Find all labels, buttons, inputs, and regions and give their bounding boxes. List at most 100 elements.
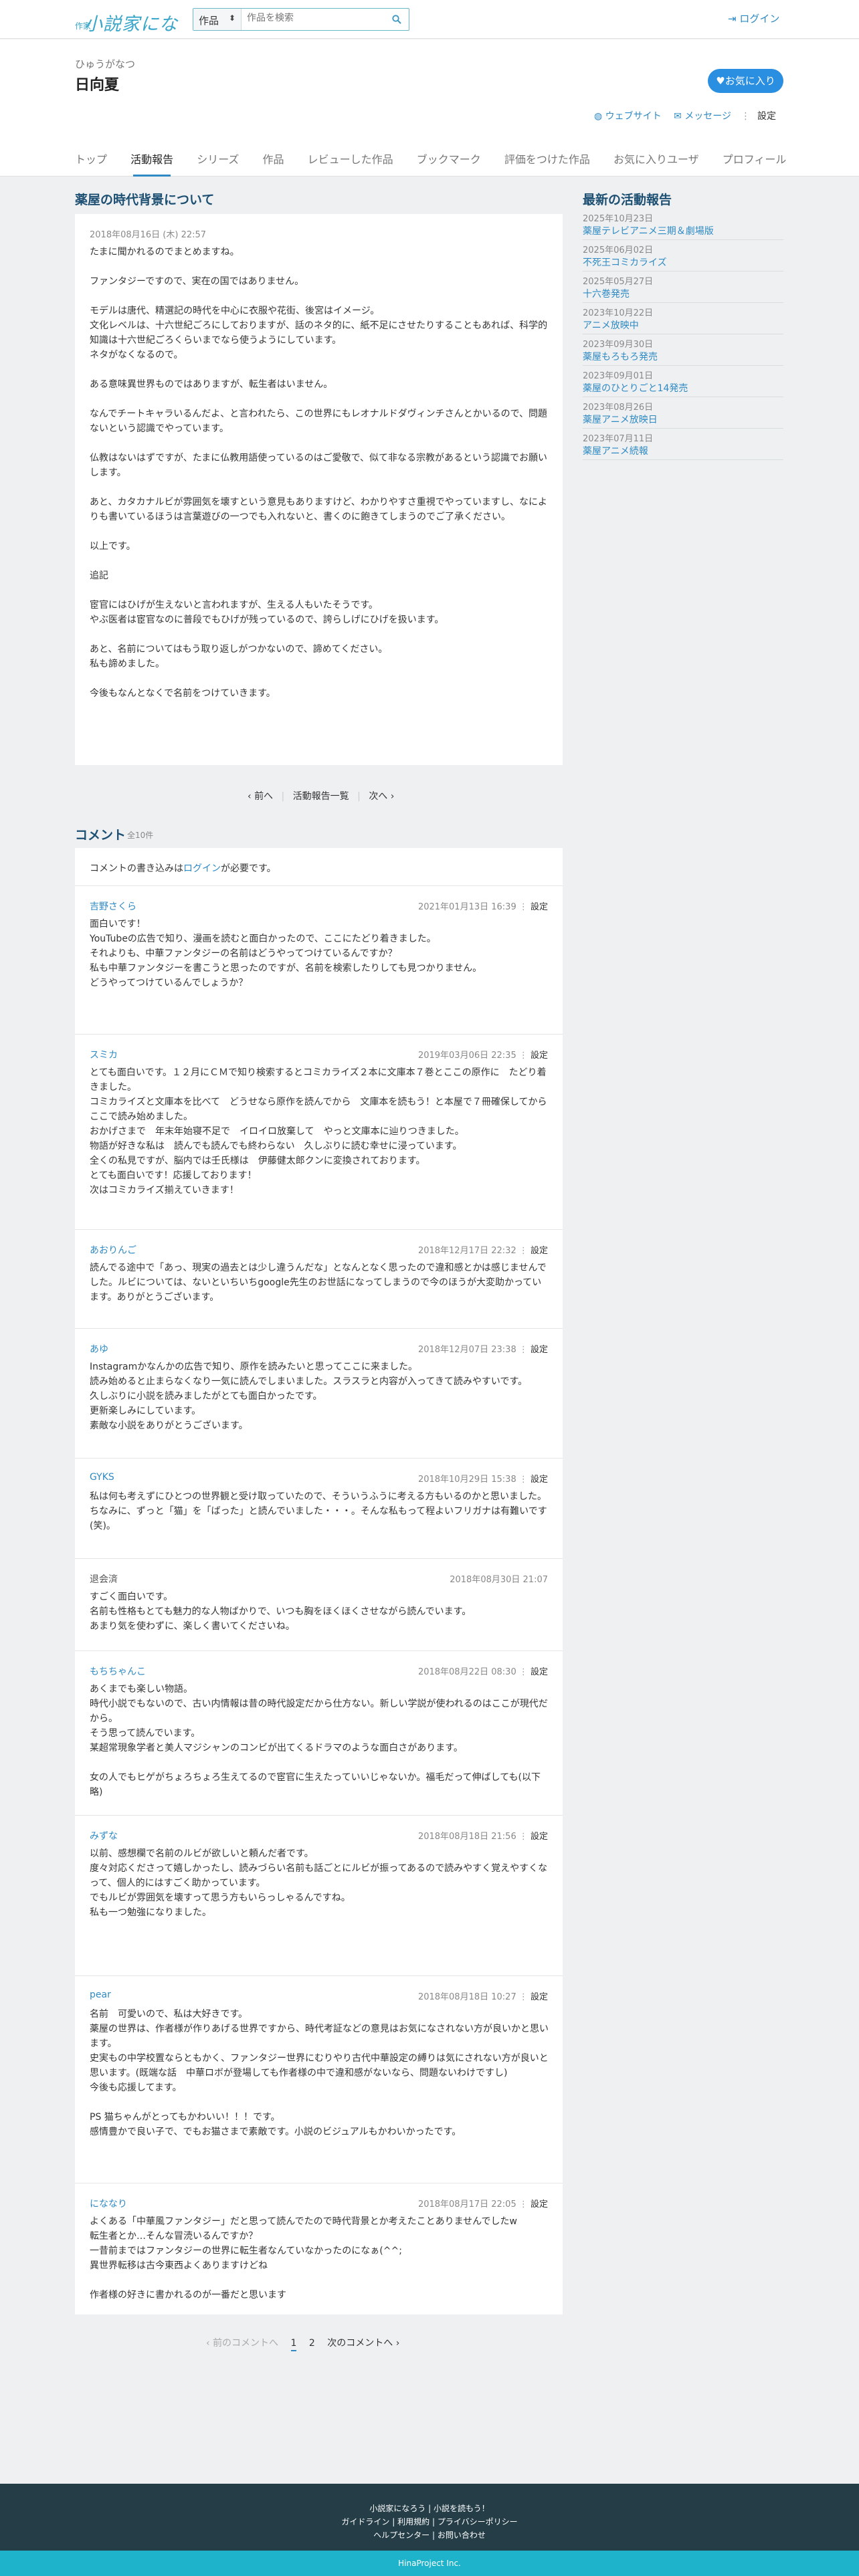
comment-date: 2019年03月06日 22:35	[417, 1051, 516, 1061]
site-header: 作家 小説家になろう 作品 ⬍ ⇥ ログイン	[0, 0, 859, 61]
sidebar-report-date: 2023年09月30日	[583, 340, 654, 350]
website-label: ウェブサイト	[605, 111, 662, 122]
comments-title: コメント	[75, 828, 126, 843]
sidebar-report-date: 2023年07月11日	[583, 434, 654, 444]
comment-settings-link[interactable]: 設定	[531, 1051, 548, 1061]
sidebar-report-item[interactable]: 2023年08月26日 薬屋アニメ放映日	[583, 397, 783, 429]
comment-date: 2018年08月30日 21:07	[450, 1575, 548, 1585]
tab-reviewed[interactable]: レビューした作品	[308, 148, 393, 177]
sidebar-report-item[interactable]: 2025年06月02日 不死王コミカライズ	[583, 240, 783, 272]
footer-link-guideline[interactable]: ガイドライン	[341, 2517, 389, 2527]
sidebar-report-item[interactable]: 2023年10月22日 アニメ放映中	[583, 303, 783, 334]
prev-comments-link[interactable]: ‹ 前のコメントへ	[206, 2338, 278, 2349]
search-input[interactable]	[247, 13, 381, 23]
sidebar-report-link[interactable]: 薬屋もろもろ発売	[583, 350, 658, 363]
comment-settings-link[interactable]: 設定	[531, 2199, 548, 2210]
sidebar-report-item[interactable]: 2025年05月27日 十六巻発売	[583, 272, 783, 303]
comment-body: 私は何も考えずにひとつの世界観と受け取っていたので、そういうふうに考える方もいる…	[90, 1491, 547, 1531]
next-comments-link[interactable]: 次のコメントへ ›	[327, 2338, 399, 2349]
sidebar-report-link[interactable]: 不死王コミカライズ	[583, 255, 667, 269]
search-category-value: 作品	[199, 15, 219, 27]
sidebar-title: 最新の活動報告	[583, 193, 672, 207]
profile-tabs: トップ 活動報告 シリーズ 作品 レビューした作品 ブックマーク 評価をつけた作…	[75, 148, 806, 177]
activity-report: 2018年08月16日 (木) 22:57 たまに聞かれるのでまとめますね。 ファ…	[75, 214, 563, 765]
footer-link-privacy[interactable]: プライバシーポリシー	[438, 2517, 518, 2527]
tab-works[interactable]: 作品	[263, 148, 284, 177]
comment-login-link[interactable]: ログイン	[183, 863, 221, 874]
sidebar-report-item[interactable]: 2025年10月23日 薬屋テレビアニメ三期＆劇場版	[583, 209, 783, 240]
chevron-left-icon: ‹	[206, 2338, 210, 2349]
website-link[interactable]: ◍ ウェブサイト	[594, 109, 662, 122]
report-list-link[interactable]: 活動報告一覧	[293, 791, 349, 802]
comment-body: 読んでる途中で「あっ、現実の過去とは少し違うんだな」となんとなく思ったので違和感…	[90, 1263, 547, 1303]
footer-link-help[interactable]: ヘルプセンター	[373, 2531, 430, 2540]
chevron-down-icon: ⬍	[228, 13, 235, 23]
comment-author[interactable]: にななり	[90, 2197, 127, 2210]
comment-author[interactable]: pear	[90, 1990, 111, 2000]
comment-meta: 2018年10月29日 15:38 ⋮ 設定	[418, 1472, 548, 1485]
comment-meta: 2018年08月18日 21:56 ⋮ 設定	[418, 1829, 548, 1842]
comment-settings-link[interactable]: 設定	[531, 1246, 548, 1256]
sidebar-report-link[interactable]: 十六巻発売	[583, 287, 630, 300]
sidebar-report-link[interactable]: 薬屋テレビアニメ三期＆劇場版	[583, 224, 714, 237]
tab-series[interactable]: シリーズ	[197, 148, 239, 177]
footer-sep: |	[428, 2504, 434, 2513]
comment-author[interactable]: スミカ	[90, 1048, 118, 1061]
sidebar-report-item[interactable]: 2023年09月01日 薬屋のひとりごと14発売	[583, 366, 783, 397]
footer-link-narou[interactable]: 小説家になろう	[369, 2504, 425, 2513]
footer-line-2: ガイドライン | 利用規約 | プライバシーポリシー	[0, 2516, 859, 2527]
footer-link-contact[interactable]: お問い合わせ	[438, 2531, 486, 2540]
footer-link-yomou[interactable]: 小説を読もう！	[434, 2504, 490, 2513]
footer-link-terms[interactable]: 利用規約	[397, 2517, 430, 2527]
comment-author[interactable]: あおりんご	[90, 1243, 136, 1257]
comment-settings-link[interactable]: 設定	[531, 1992, 548, 2002]
sidebar-report-item[interactable]: 2023年07月11日 薬屋アニメ続報	[583, 429, 783, 460]
comment-date: 2018年08月17日 22:05	[417, 2199, 516, 2210]
tab-rated[interactable]: 評価をつけた作品	[504, 148, 590, 177]
page-2[interactable]: 2	[309, 2338, 315, 2349]
comment-author[interactable]: GYKS	[90, 1472, 114, 1483]
search-category-select[interactable]: 作品 ⬍	[193, 9, 242, 30]
more-icon: ⋮	[516, 1246, 531, 1256]
settings-link[interactable]: 設定	[757, 109, 776, 122]
comment-settings-link[interactable]: 設定	[531, 902, 548, 912]
tab-bookmarks[interactable]: ブックマーク	[417, 148, 481, 177]
comment-date: 2018年12月17日 22:32	[417, 1246, 516, 1256]
prev-report-link[interactable]: ‹ 前へ	[248, 791, 273, 802]
comment-settings-link[interactable]: 設定	[531, 1667, 548, 1677]
comment-author[interactable]: もちちゃんこ	[90, 1665, 146, 1678]
search-button[interactable]	[385, 9, 409, 30]
comment-author[interactable]: 吉野さくら	[90, 899, 136, 913]
tab-activity-report[interactable]: 活動報告	[130, 148, 173, 177]
user-name-kana: ひゅうがなつ	[75, 58, 136, 70]
tab-favorite-users[interactable]: お気に入りユーザ	[613, 148, 699, 177]
sidebar-report-link[interactable]: アニメ放映中	[583, 318, 639, 332]
login-link[interactable]: ⇥ ログイン	[728, 11, 779, 25]
sidebar-report-item[interactable]: 2023年09月30日 薬屋もろもろ発売	[583, 334, 783, 366]
comment-settings-link[interactable]: 設定	[531, 1475, 548, 1485]
site-logo[interactable]: 作家 小説家になろう	[75, 5, 182, 61]
footer-sep: |	[392, 2517, 398, 2527]
tab-profile[interactable]: プロフィール	[723, 148, 787, 177]
next-report-link[interactable]: 次へ ›	[369, 791, 394, 802]
comment-settings-link[interactable]: 設定	[531, 1345, 548, 1355]
comment-date: 2018年12月07日 23:38	[417, 1345, 516, 1355]
sidebar-report-link[interactable]: 薬屋のひとりごと14発売	[583, 381, 688, 395]
comment-item: スミカ 2019年03月06日 22:35 ⋮ 設定 とても面白いです。１２月にＣＭ…	[75, 1034, 563, 1229]
message-link[interactable]: ✉ メッセージ	[674, 109, 731, 122]
comment-settings-link[interactable]: 設定	[531, 1832, 548, 1842]
sidebar-report-link[interactable]: 薬屋アニメ続報	[583, 444, 648, 457]
page-1[interactable]: 1	[290, 2338, 297, 2351]
comment-date: 2018年08月22日 08:30	[417, 1667, 516, 1677]
more-icon: ⋮	[516, 1051, 531, 1061]
comment-meta: 2019年03月06日 22:35 ⋮ 設定	[418, 1048, 548, 1061]
comment-author[interactable]: みずな	[90, 1829, 118, 1842]
comment-date: 2021年01月13日 16:39	[417, 902, 516, 912]
profile-links: ◍ ウェブサイト ✉ メッセージ ⋮ 設定	[594, 109, 784, 122]
login-icon: ⇥	[728, 13, 737, 25]
sidebar-report-link[interactable]: 薬屋アニメ放映日	[583, 413, 658, 426]
more-icon: ⋮	[516, 1832, 531, 1842]
tab-top[interactable]: トップ	[75, 148, 107, 177]
add-favorite-button[interactable]: ♥お気に入り	[708, 69, 783, 93]
comment-author[interactable]: あゆ	[90, 1342, 108, 1356]
